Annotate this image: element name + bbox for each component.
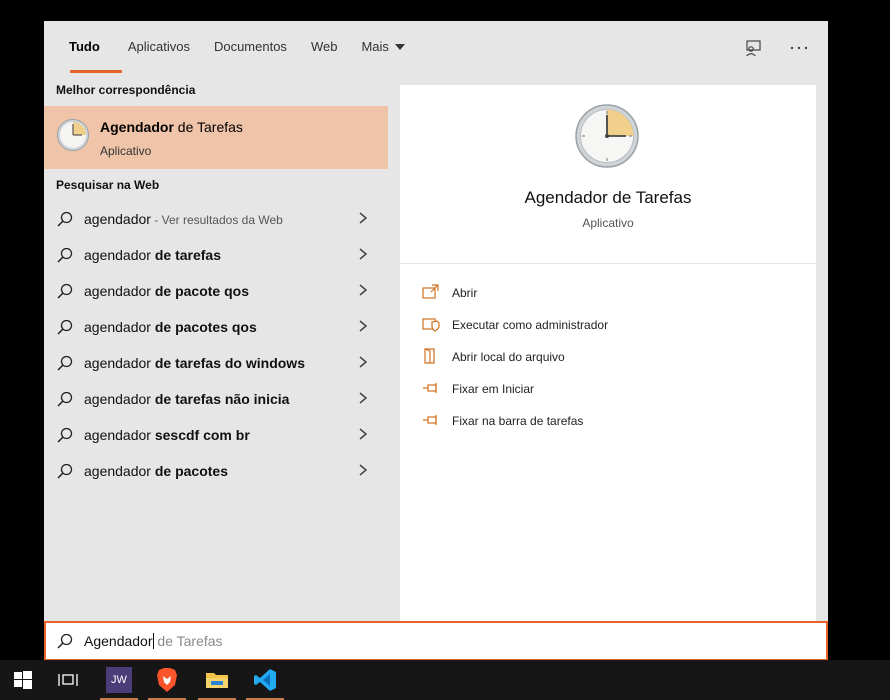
chevron-right-icon[interactable]	[358, 247, 368, 261]
web-search-heading: Pesquisar na Web	[56, 178, 160, 192]
chevron-down-icon	[394, 44, 405, 50]
taskbar: JW	[0, 660, 890, 700]
web-result-text: agendador de tarefas não inicia	[84, 391, 290, 407]
shield-icon	[422, 318, 440, 332]
web-result-text: agendador de pacote qos	[84, 283, 249, 299]
action-open-label: Abrir	[452, 286, 478, 300]
vscode-icon[interactable]	[242, 660, 288, 700]
more-options-icon[interactable]	[788, 37, 810, 59]
search-icon	[57, 247, 73, 263]
chevron-right-icon[interactable]	[358, 319, 368, 333]
search-icon	[57, 283, 73, 299]
app-hero: Agendador de Tarefas Aplicativo	[400, 85, 816, 264]
clock-icon	[575, 104, 639, 168]
search-icon	[57, 211, 73, 227]
web-result-item[interactable]: agendador de pacotes	[44, 453, 388, 489]
action-pin-taskbar-label: Fixar na barra de tarefas	[452, 414, 584, 428]
tab-documentos[interactable]: Documentos	[202, 21, 299, 73]
chevron-right-icon[interactable]	[358, 283, 368, 297]
web-result-text: agendador sescdf com br	[84, 427, 250, 443]
tab-mais[interactable]: Mais	[349, 21, 416, 73]
windows-start-icon[interactable]	[0, 660, 46, 700]
brave-browser-icon[interactable]	[144, 660, 190, 700]
search-icon	[57, 427, 73, 443]
pin-icon	[423, 415, 437, 425]
file-location-icon	[424, 348, 435, 364]
action-run-as-admin-label: Executar como administrador	[452, 318, 609, 332]
tab-aplicativos[interactable]: Aplicativos	[116, 21, 202, 73]
search-icon	[57, 319, 73, 335]
search-input[interactable]: Agendador de Tarefas	[44, 621, 828, 661]
file-explorer-icon[interactable]	[194, 660, 240, 700]
web-result-text: agendador - Ver resultados da Web	[84, 211, 283, 227]
feedback-icon[interactable]	[742, 37, 764, 59]
tab-web[interactable]: Web	[299, 21, 350, 73]
details-title: Agendador de Tarefas	[524, 188, 692, 207]
details-subtitle: Aplicativo	[582, 216, 634, 230]
web-result-item[interactable]: agendador de tarefas do windows	[44, 345, 388, 381]
jw-app-icon[interactable]: JW	[96, 660, 142, 700]
web-result-item[interactable]: agendador de tarefas	[44, 237, 388, 273]
web-result-text: agendador de tarefas	[84, 247, 221, 263]
search-suggestion: de Tarefas	[153, 633, 223, 649]
top-right-actions	[742, 37, 810, 59]
chevron-right-icon[interactable]	[358, 427, 368, 441]
search-panel: Tudo Aplicativos Documentos Web Mais Mel…	[44, 21, 828, 621]
task-view-icon[interactable]	[45, 660, 91, 700]
action-pin-start-label: Fixar em Iniciar	[452, 382, 535, 396]
best-match-heading: Melhor correspondência	[56, 83, 196, 97]
chevron-right-icon[interactable]	[358, 391, 368, 405]
tab-bar: Tudo Aplicativos Documentos Web Mais	[44, 21, 828, 73]
web-result-text: agendador de tarefas do windows	[84, 355, 305, 371]
tab-mais-label: Mais	[361, 39, 389, 54]
open-icon	[422, 284, 439, 299]
web-result-item[interactable]: agendador de pacote qos	[44, 273, 388, 309]
best-match-title: Agendador de Tarefas	[100, 119, 243, 135]
clock-icon	[57, 119, 89, 151]
details-pane: Agendador de Tarefas Aplicativo Abrir Ex…	[400, 85, 816, 621]
web-result-item[interactable]: agendador de tarefas não inicia	[44, 381, 388, 417]
web-result-text: agendador de pacotes qos	[84, 319, 257, 335]
search-icon	[57, 355, 73, 371]
web-result-item[interactable]: agendador - Ver resultados da Web	[44, 201, 388, 237]
jw-app-label: JW	[106, 667, 132, 693]
web-result-item[interactable]: agendador sescdf com br	[44, 417, 388, 453]
search-icon	[57, 633, 73, 649]
search-icon	[57, 391, 73, 407]
web-result-item[interactable]: agendador de pacotes qos	[44, 309, 388, 345]
search-text: Agendador de Tarefas	[84, 633, 223, 649]
tab-tudo[interactable]: Tudo	[57, 21, 122, 73]
chevron-right-icon[interactable]	[358, 355, 368, 369]
best-match-subtitle: Aplicativo	[100, 144, 152, 158]
action-open-file-location-label: Abrir local do arquivo	[452, 350, 565, 364]
chevron-right-icon[interactable]	[358, 211, 368, 225]
web-results: agendador - Ver resultados da Web agenda…	[44, 201, 388, 489]
search-icon	[57, 463, 73, 479]
pin-icon	[423, 383, 437, 393]
best-match-item[interactable]: Agendador de Tarefas Aplicativo	[44, 106, 388, 169]
chevron-right-icon[interactable]	[358, 463, 368, 477]
results-list: Melhor correspondência Agendador de Tare…	[44, 73, 388, 621]
web-result-text: agendador de pacotes	[84, 463, 228, 479]
